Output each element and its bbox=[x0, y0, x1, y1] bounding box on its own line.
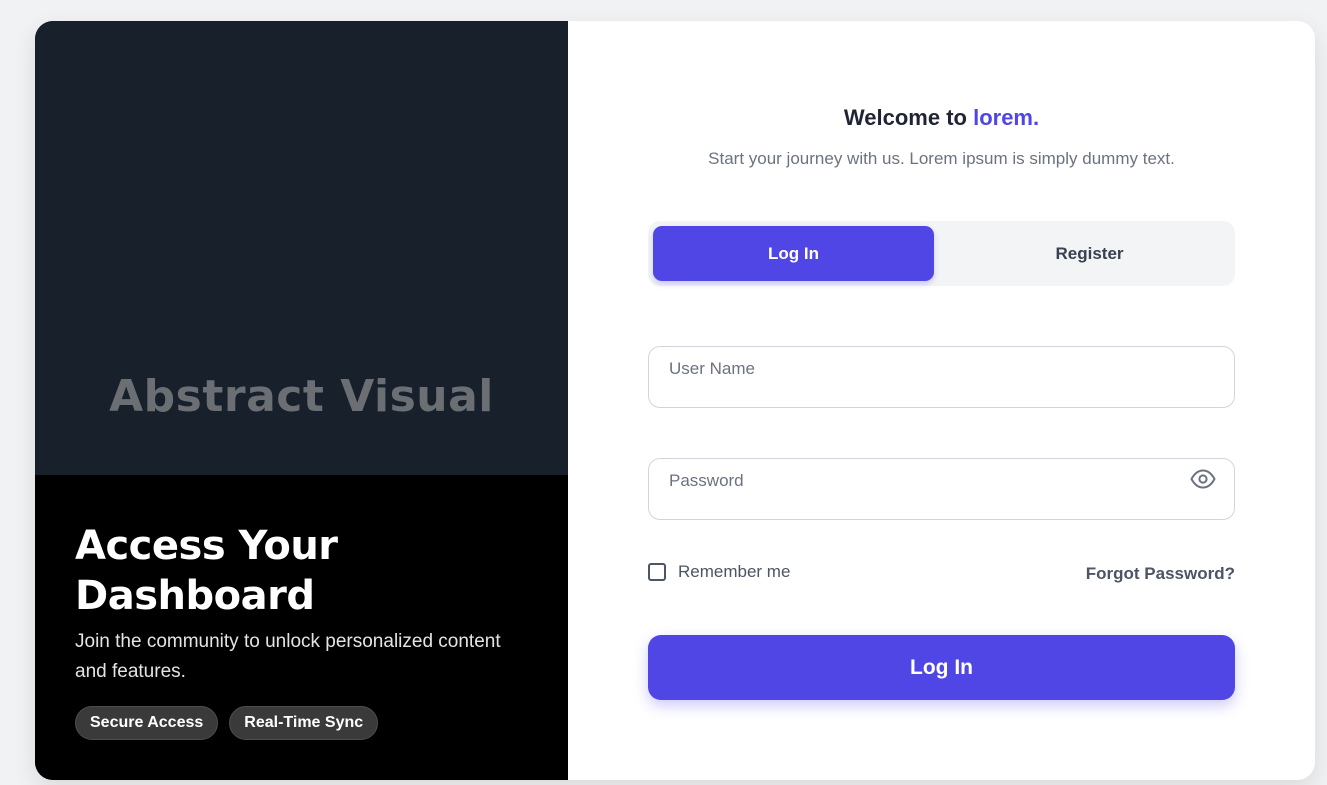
chip-real-time-sync: Real-Time Sync bbox=[229, 706, 379, 740]
username-placeholder: User Name bbox=[669, 359, 755, 378]
right-panel: Welcome to lorem. Start your journey wit… bbox=[568, 21, 1315, 780]
remember-me: Remember me bbox=[648, 562, 790, 582]
remember-checkbox[interactable] bbox=[648, 563, 666, 581]
chip-secure-access: Secure Access bbox=[75, 706, 219, 740]
tab-register[interactable]: Register bbox=[949, 226, 1230, 281]
auth-card: Abstract Visual Access Your Dashboard Jo… bbox=[35, 21, 1315, 780]
login-submit-button[interactable]: Log In bbox=[648, 635, 1235, 700]
visual-label: Abstract Visual bbox=[109, 371, 494, 422]
auth-tabs: Log In Register bbox=[648, 221, 1235, 286]
promo-subtitle: Join the community to unlock personalize… bbox=[75, 631, 501, 682]
username-field[interactable]: User Name bbox=[648, 346, 1235, 408]
abstract-visual: Abstract Visual bbox=[35, 21, 568, 475]
tagline: Start your journey with us. Lorem ipsum … bbox=[708, 149, 1175, 168]
remember-label: Remember me bbox=[678, 562, 791, 581]
promo-section: Access Your Dashboard Join the community… bbox=[35, 475, 568, 780]
left-panel: Abstract Visual Access Your Dashboard Jo… bbox=[35, 21, 568, 780]
password-field[interactable]: Password bbox=[648, 458, 1235, 520]
forgot-password-link[interactable]: Forgot Password? bbox=[1086, 564, 1235, 584]
eye-icon[interactable] bbox=[1190, 469, 1216, 489]
welcome-heading: Welcome to lorem. bbox=[568, 105, 1315, 131]
brand-name: lorem. bbox=[973, 105, 1040, 130]
password-placeholder: Password bbox=[669, 471, 744, 490]
feature-chips: Secure Access Real-Time Sync bbox=[75, 706, 379, 740]
welcome-prefix: Welcome to bbox=[843, 105, 967, 130]
promo-title: Access Your Dashboard bbox=[75, 523, 338, 619]
tab-login[interactable]: Log In bbox=[653, 226, 934, 281]
